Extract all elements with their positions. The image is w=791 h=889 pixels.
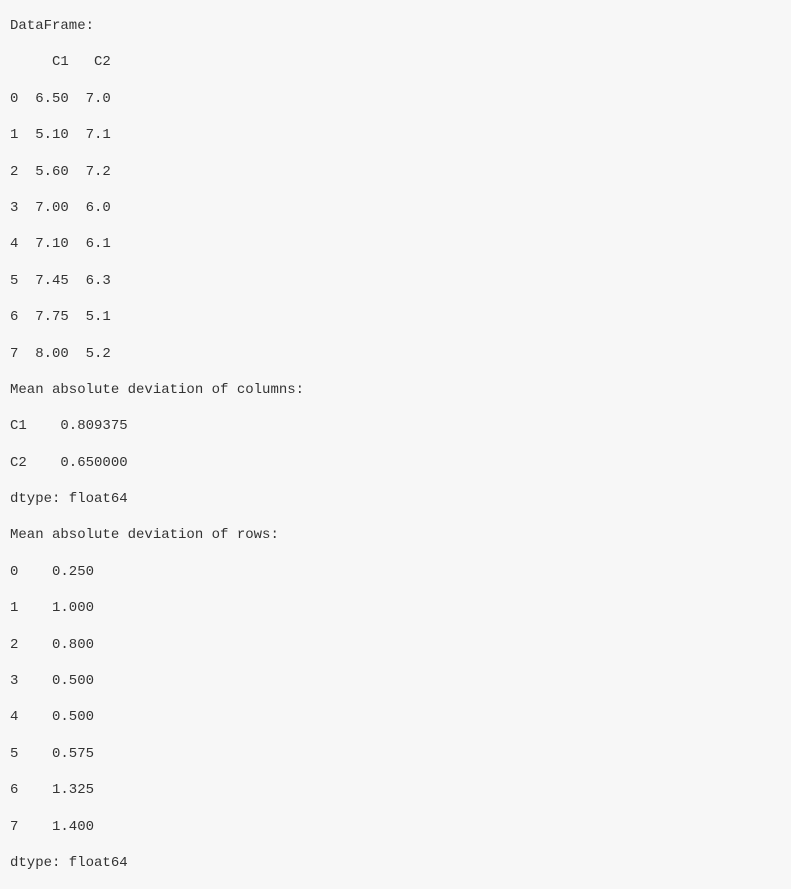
mad-row-value: 5 0.575	[10, 736, 781, 772]
dataframe-row: 5 7.45 6.3	[10, 263, 781, 299]
dtype-label: dtype: float64	[10, 481, 781, 517]
dtype-label: dtype: float64	[10, 845, 781, 881]
output-title: DataFrame:	[10, 8, 781, 44]
section-heading-mad-columns: Mean absolute deviation of columns:	[10, 372, 781, 408]
mad-row-value: 3 0.500	[10, 663, 781, 699]
dataframe-row: 6 7.75 5.1	[10, 299, 781, 335]
mad-row-value: 0 0.250	[10, 554, 781, 590]
section-heading-mad-rows: Mean absolute deviation of rows:	[10, 517, 781, 553]
mad-row-value: 1 1.000	[10, 590, 781, 626]
mad-row-value: 4 0.500	[10, 699, 781, 735]
dataframe-row: 4 7.10 6.1	[10, 226, 781, 262]
dataframe-row: 1 5.10 7.1	[10, 117, 781, 153]
mad-row-value: 7 1.400	[10, 809, 781, 845]
mad-row-value: 6 1.325	[10, 772, 781, 808]
dataframe-row: 2 5.60 7.2	[10, 154, 781, 190]
dataframe-row: 3 7.00 6.0	[10, 190, 781, 226]
mad-column-value: C1 0.809375	[10, 408, 781, 444]
dataframe-row: 7 8.00 5.2	[10, 336, 781, 372]
dataframe-header: C1 C2	[10, 44, 781, 80]
dataframe-row: 0 6.50 7.0	[10, 81, 781, 117]
mad-column-value: C2 0.650000	[10, 445, 781, 481]
mad-row-value: 2 0.800	[10, 627, 781, 663]
